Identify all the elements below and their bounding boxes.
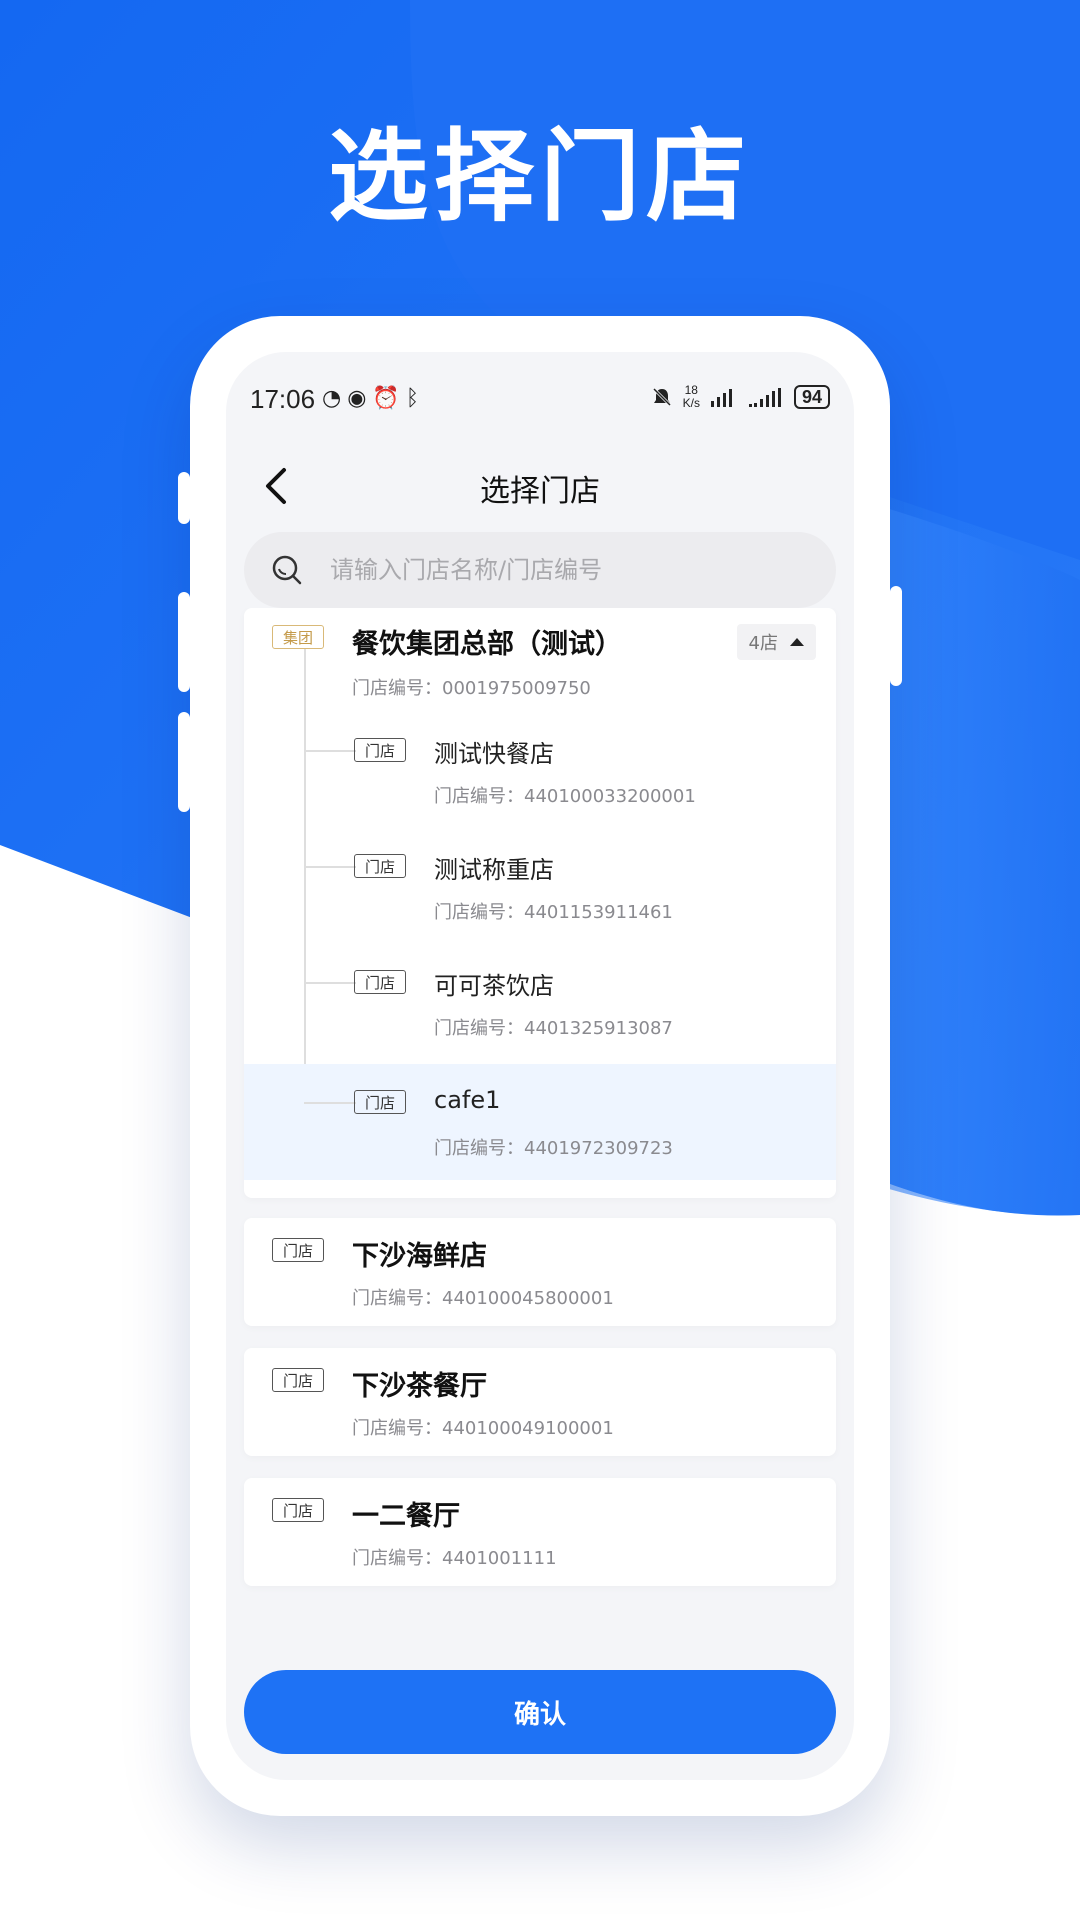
signal-icon-2 [748, 388, 781, 407]
store-code: 门店编号：4401972309723 [434, 1138, 673, 1159]
search-input[interactable] [328, 555, 812, 585]
group-code: 门店编号：0001975009750 [352, 678, 591, 699]
group-tag: 集团 [272, 625, 325, 649]
group-name[interactable]: 餐饮集团总部（测试） [352, 622, 622, 661]
bell-muted-icon [652, 387, 671, 407]
phone-side-button [178, 592, 190, 692]
data-saver-icon: ◔ [322, 386, 342, 411]
collapse-toggle[interactable]: 4店 [736, 624, 816, 660]
store-tag: 门店 [354, 854, 407, 878]
tree-branch [304, 750, 356, 752]
status-time: 17:06 [250, 384, 316, 414]
phone-screen: 17:06 ◔ ◉ ⏰ ᛒ 18 K/s 94 选择门店 请输入门店名称/门店编… [226, 352, 854, 1780]
store-code: 门店编号：4401001111 [352, 1548, 557, 1569]
store-name: cafe1 [434, 1086, 501, 1114]
store-code: 门店编号：440100049100001 [352, 1418, 614, 1439]
store-name: 下沙茶餐厅 [352, 1371, 487, 1402]
nav-bar: 选择门店 [226, 444, 854, 530]
list-item[interactable]: 门店 可可茶饮店 门店编号：4401325913087 [244, 948, 836, 1064]
store-tag: 门店 [272, 1238, 325, 1262]
phone-side-button [178, 712, 190, 812]
store-card[interactable]: 门店 下沙海鲜店 门店编号：440100045800001 [244, 1218, 836, 1326]
store-list: 集团 餐饮集团总部（测试） 门店编号：0001975009750 4店 门店 测… [226, 608, 854, 1670]
caret-up-icon [790, 638, 804, 646]
phone-side-button [178, 472, 190, 524]
store-code: 门店编号：4401153911461 [434, 902, 673, 923]
tree-branch [304, 982, 356, 984]
store-card[interactable]: 门店 一二餐厅 门店编号：4401001111 [244, 1478, 836, 1586]
phone-side-button [890, 586, 902, 686]
list-item[interactable]: 门店 测试称重店 门店编号：4401153911461 [244, 832, 836, 948]
store-tag: 门店 [272, 1368, 325, 1392]
tree-branch [304, 866, 356, 868]
phone-mockup: 17:06 ◔ ◉ ⏰ ᛒ 18 K/s 94 选择门店 请输入门店名称/门店编… [178, 316, 902, 1816]
signal-icon [710, 389, 732, 407]
hero-title: 选择门店 [328, 118, 752, 235]
store-name: 可可茶饮店 [434, 972, 554, 1000]
store-tag: 门店 [354, 1090, 407, 1114]
list-item-selected[interactable]: 门店 cafe1 门店编号：4401972309723 [244, 1064, 836, 1180]
store-name: 下沙海鲜店 [352, 1241, 487, 1272]
tree-branch [304, 1102, 356, 1104]
store-code: 门店编号：4401325913087 [434, 1018, 673, 1039]
store-name: 测试快餐店 [434, 740, 554, 768]
eye-icon: ◉ [347, 386, 367, 411]
bluetooth-icon: ᛒ [405, 386, 420, 411]
search-bar[interactable] [244, 532, 836, 608]
group-card: 集团 餐饮集团总部（测试） 门店编号：0001975009750 4店 门店 测… [244, 608, 836, 1198]
alarm-icon: ⏰ [372, 386, 400, 411]
store-card[interactable]: 门店 下沙茶餐厅 门店编号：440100049100001 [244, 1348, 836, 1456]
store-name: 一二餐厅 [352, 1501, 460, 1532]
confirm-button[interactable]: 确认 [244, 1670, 836, 1754]
page-title: 选择门店 [480, 474, 600, 509]
promo-canvas: 选择门店 17:06 ◔ ◉ ⏰ ᛒ 18 K/s 94 选择门店 请输入门店名… [0, 0, 1080, 1920]
battery-indicator: 94 [793, 385, 830, 409]
store-code: 门店编号：440100045800001 [352, 1288, 614, 1309]
store-tag: 门店 [354, 738, 407, 762]
store-code: 门店编号：440100033200001 [434, 786, 696, 807]
list-item[interactable]: 门店 测试快餐店 门店编号：440100033200001 [244, 716, 836, 832]
status-bar: 17:06 ◔ ◉ ⏰ ᛒ 18 K/s 94 [226, 352, 854, 444]
store-name: 测试称重店 [434, 856, 554, 884]
network-speed: 18 K/s [682, 383, 700, 410]
search-icon [272, 555, 302, 585]
store-tag: 门店 [272, 1498, 325, 1522]
store-tag: 门店 [354, 970, 407, 994]
